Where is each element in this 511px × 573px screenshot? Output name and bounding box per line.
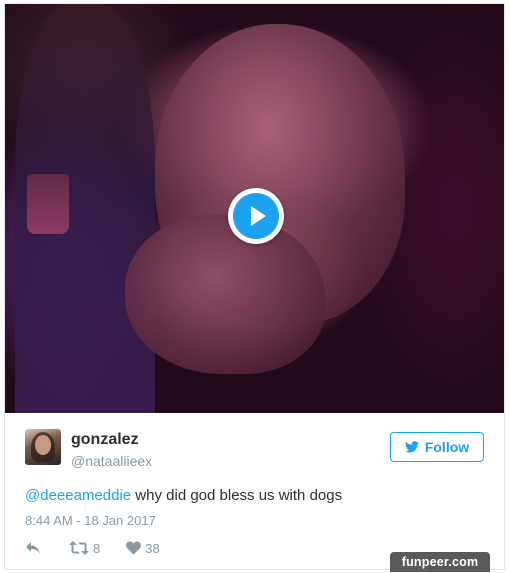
tweet-actions: 8 38 [25,538,160,558]
twitter-bird-icon [404,441,419,453]
like-button[interactable]: 38 [126,540,160,556]
hand-over-mouth [125,214,325,374]
heart-icon [126,541,142,555]
tweet-text-body: why did god bless us with dogs [131,487,343,504]
retweet-button[interactable]: 8 [69,541,100,556]
tweet-body: gonzalez @nataaliieex Follow @deeeameddi… [5,413,504,569]
follow-button[interactable]: Follow [390,432,484,462]
retweet-count: 8 [93,540,101,556]
tweet-text: @deeeameddie why did god bless us with d… [25,487,485,504]
mention-link[interactable]: @deeeameddie [25,487,131,504]
display-name[interactable]: gonzalez [71,431,139,449]
play-icon [233,193,279,239]
reply-button[interactable] [25,541,41,555]
like-count: 38 [145,540,160,556]
follow-label: Follow [424,439,470,455]
reply-icon [26,542,40,554]
site-watermark: funpeer.com [390,552,490,572]
tweet-card: gonzalez @nataaliieex Follow @deeeameddi… [4,3,505,570]
tweet-media[interactable] [5,4,504,413]
avatar[interactable] [25,429,61,465]
play-button[interactable] [228,188,284,244]
user-handle[interactable]: @nataaliieex [71,453,152,469]
drink-cup [27,174,69,234]
retweet-icon [69,541,89,555]
timestamp[interactable]: 8:44 AM - 18 Jan 2017 [25,513,156,528]
